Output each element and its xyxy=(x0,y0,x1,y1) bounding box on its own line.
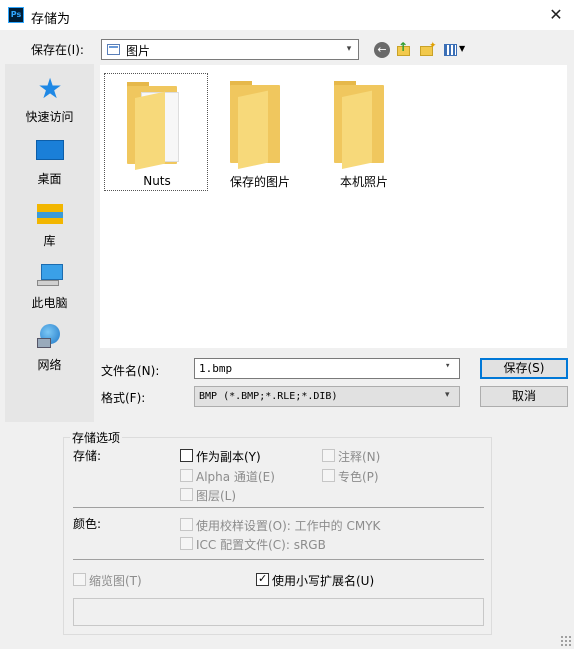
lowercase-extension-label: 使用小写扩展名(U) xyxy=(272,574,375,588)
desktop-icon xyxy=(35,138,65,164)
network-icon xyxy=(35,324,65,350)
thumbnail-label: 缩览图(T) xyxy=(89,574,142,588)
use-proof-setup-checkbox[interactable] xyxy=(180,518,193,531)
spot-colors-label: 专色(P) xyxy=(338,470,379,484)
icc-profile-checkbox[interactable] xyxy=(180,537,193,550)
up-arrow-icon: ↑ xyxy=(398,40,409,54)
view-grid-icon xyxy=(444,44,457,56)
storage-label: 存储: xyxy=(73,449,102,463)
save-in-value: 图片 xyxy=(126,44,151,58)
file-item-saved-pictures[interactable]: 保存的图片 xyxy=(208,73,312,191)
resize-grip-icon[interactable] xyxy=(560,635,572,647)
sparkle-icon: ✦ xyxy=(429,41,437,51)
spot-colors-checkbox[interactable] xyxy=(322,469,335,482)
file-item-label: 保存的图片 xyxy=(229,175,290,189)
place-quick-access[interactable]: ★ 快速访问 xyxy=(5,70,94,130)
place-this-pc[interactable]: 此电脑 xyxy=(5,256,94,316)
icc-profile-label: ICC 配置文件(C): sRGB xyxy=(196,538,326,552)
places-bar: ★ 快速访问 桌面 库 此电脑 网络 xyxy=(5,64,94,422)
chevron-down-icon: ▾ xyxy=(445,390,450,400)
notes-label: 注释(N) xyxy=(338,450,381,464)
pictures-folder-icon xyxy=(107,44,120,55)
cancel-button[interactable]: 取消 xyxy=(480,386,568,407)
alpha-channels-label: Alpha 通道(E) xyxy=(196,470,275,484)
file-item-camera-roll[interactable]: 本机照片 xyxy=(312,73,416,191)
divider xyxy=(73,559,484,560)
thumbnail-checkbox[interactable] xyxy=(73,573,86,586)
star-icon: ★ xyxy=(37,72,63,105)
alpha-channels-checkbox[interactable] xyxy=(180,469,193,482)
file-item-label: Nuts xyxy=(143,174,171,188)
title-bar xyxy=(0,0,574,31)
file-list[interactable]: Nuts 保存的图片 本机照片 xyxy=(99,64,568,349)
dropdown-arrow-icon: ▼ xyxy=(459,44,466,53)
library-icon xyxy=(35,200,65,226)
up-one-level-button[interactable]: ↑ xyxy=(394,40,414,60)
format-value: BMP (*.BMP;*.RLE;*.DIB) xyxy=(199,391,338,402)
place-label: 网络 xyxy=(37,358,62,372)
notes-checkbox[interactable] xyxy=(322,449,335,462)
layers-label: 图层(L) xyxy=(196,489,237,503)
window-title: 存储为 xyxy=(31,12,71,27)
file-item-nuts[interactable]: Nuts xyxy=(104,73,208,191)
chevron-down-icon: ▾ xyxy=(346,44,352,54)
place-label: 桌面 xyxy=(37,172,62,186)
divider xyxy=(73,507,484,508)
chevron-down-icon[interactable]: ▾ xyxy=(445,361,450,371)
file-name-label: 文件名(N): xyxy=(101,364,160,378)
use-proof-setup-label: 使用校样设置(O): 工作中的 CMYK xyxy=(196,519,381,533)
as-copy-label: 作为副本(Y) xyxy=(196,450,261,464)
place-label: 快速访问 xyxy=(25,110,74,124)
format-select[interactable]: BMP (*.BMP;*.RLE;*.DIB) ▾ xyxy=(194,386,460,407)
color-label: 颜色: xyxy=(73,517,102,531)
back-button[interactable]: ← xyxy=(372,40,392,60)
place-desktop[interactable]: 桌面 xyxy=(5,132,94,192)
back-arrow-icon: ← xyxy=(374,42,390,58)
save-button[interactable]: 保存(S) xyxy=(480,358,568,379)
new-folder-button[interactable]: ✦ xyxy=(418,40,438,60)
save-options-title: 存储选项 xyxy=(70,429,123,446)
place-label: 库 xyxy=(43,234,56,248)
place-network[interactable]: 网络 xyxy=(5,318,94,378)
save-in-dropdown[interactable]: 图片 ▾ xyxy=(101,39,359,60)
view-menu-button[interactable]: ▼ xyxy=(442,40,470,60)
as-copy-checkbox[interactable] xyxy=(180,449,193,462)
save-in-label: 保存在(I): xyxy=(31,43,84,57)
place-label: 此电脑 xyxy=(31,296,68,310)
description-field xyxy=(73,598,484,626)
photoshop-app-icon: Ps xyxy=(8,7,24,23)
computer-icon xyxy=(35,262,65,288)
layers-checkbox[interactable] xyxy=(180,488,193,501)
close-button[interactable]: ✕ xyxy=(544,4,568,26)
file-name-input[interactable]: 1.bmp ▾ xyxy=(194,358,460,379)
file-item-label: 本机照片 xyxy=(339,175,388,189)
file-name-value: 1.bmp xyxy=(199,362,233,375)
lowercase-extension-checkbox[interactable] xyxy=(256,572,269,586)
place-library[interactable]: 库 xyxy=(5,194,94,254)
format-label: 格式(F): xyxy=(101,391,146,405)
